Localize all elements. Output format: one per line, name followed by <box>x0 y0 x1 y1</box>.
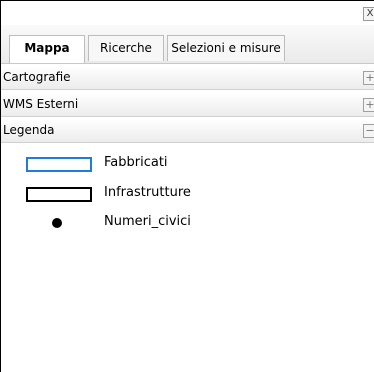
section-cartografie[interactable]: Cartografie + <box>1 66 374 90</box>
collapse-legenda-button[interactable]: − <box>363 124 374 138</box>
section-wms-esterni[interactable]: WMS Esterni + <box>1 93 374 117</box>
expand-wms-esterni-button[interactable]: + <box>363 98 374 112</box>
legend-item-infrastrutture: Infrastrutture <box>1 182 374 204</box>
tab-mappa[interactable]: Mappa <box>9 35 85 63</box>
legend-symbol-numeri-civici <box>52 218 62 228</box>
legend-label-infrastrutture: Infrastrutture <box>104 185 191 200</box>
expand-cartografie-button[interactable]: + <box>363 71 374 85</box>
tab-selezioni-e-misure[interactable]: Selezioni e misure <box>167 35 285 61</box>
section-legenda[interactable]: Legenda − <box>1 119 374 143</box>
close-button[interactable]: X <box>363 7 374 21</box>
tab-bar: Mappa Ricerche Selezioni e misure <box>1 25 374 64</box>
legend-item-numeri-civici: Numeri_civici <box>1 211 374 233</box>
map-panel: X Mappa Ricerche Selezioni e misure Cart… <box>0 0 374 372</box>
tab-ricerche[interactable]: Ricerche <box>88 35 164 61</box>
legend-symbol-infrastrutture <box>26 187 92 202</box>
legend-item-fabbricati: Fabbricati <box>1 152 374 174</box>
legend-label-fabbricati: Fabbricati <box>104 155 168 170</box>
legend-label-numeri-civici: Numeri_civici <box>104 214 191 229</box>
section-label-cartografie: Cartografie <box>3 70 71 84</box>
section-label-wms-esterni: WMS Esterni <box>3 97 79 111</box>
legend-symbol-fabbricati <box>26 157 92 172</box>
section-label-legenda: Legenda <box>3 123 55 137</box>
